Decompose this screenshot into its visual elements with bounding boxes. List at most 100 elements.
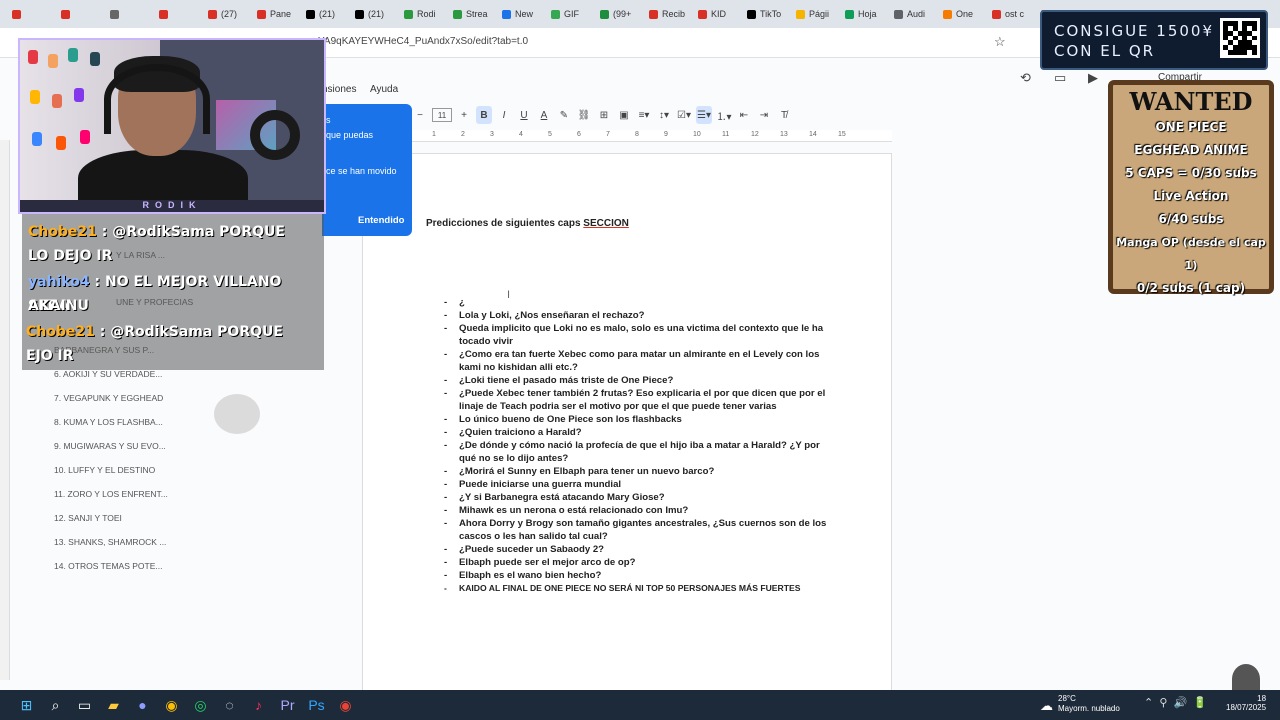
list-item[interactable]: KAIDO AL FINAL DE ONE PIECE NO SERÁ NI T… bbox=[444, 582, 834, 595]
list-item[interactable]: Elbaph es el wano bien hecho? bbox=[444, 569, 834, 582]
bulleted-list-icon[interactable]: ☰▾ bbox=[696, 106, 712, 124]
increase-indent-icon[interactable]: ⇥ bbox=[756, 106, 772, 124]
list-item[interactable]: Mihawk es un nerona o está relacionado c… bbox=[444, 504, 834, 517]
browser-tab[interactable]: Strea bbox=[447, 3, 496, 25]
browser-tab[interactable]: (21) bbox=[300, 3, 349, 25]
tab-label: Págii bbox=[809, 9, 830, 19]
list-item[interactable]: Lola y Loki, ¿Nos enseñaran el rechazo? bbox=[444, 309, 834, 322]
horizontal-ruler[interactable]: 1 2 3 4 5 6 7 8 9 10 11 12 13 14 15 bbox=[412, 130, 892, 142]
list-item[interactable]: Ahora Dorry y Brogy son tamaño gigantes … bbox=[444, 517, 834, 543]
browser-tab[interactable] bbox=[6, 3, 55, 25]
browser-tab[interactable]: Pane bbox=[251, 3, 300, 25]
list-item[interactable]: ¿Puede suceder un Sabaody 2? bbox=[444, 543, 834, 556]
browser-tab[interactable]: KID bbox=[692, 3, 741, 25]
whatsapp-icon[interactable]: ◎ bbox=[186, 690, 215, 720]
tab-favicon-icon bbox=[894, 9, 903, 19]
browser-tab[interactable] bbox=[104, 3, 153, 25]
outline-item[interactable]: 9. MUGIWARAS Y SU EVO... bbox=[54, 441, 166, 451]
outline-item[interactable]: 14. OTROS TEMAS POTE... bbox=[54, 561, 162, 571]
photoshop-icon[interactable]: Ps bbox=[302, 690, 331, 720]
list-item[interactable]: ¿Y si Barbanegra está atacando Mary Gios… bbox=[444, 491, 834, 504]
list-item[interactable]: ¿Quien traiciono a Harald? bbox=[444, 426, 834, 439]
tab-favicon-icon bbox=[355, 9, 364, 19]
browser-tab[interactable]: TikTo bbox=[741, 3, 790, 25]
comments-icon[interactable]: ▭ bbox=[1054, 70, 1066, 86]
windows-start-icon[interactable]: ⊞ bbox=[12, 690, 41, 720]
outline-item[interactable]: 13. SHANKS, SHAMROCK ... bbox=[54, 537, 166, 547]
outline-item[interactable]: 8. KUMA Y LOS FLASHBA... bbox=[54, 417, 163, 427]
link-icon[interactable]: ⛓ bbox=[576, 106, 592, 124]
list-item[interactable]: Lo único bueno de One Piece son los flas… bbox=[444, 413, 834, 426]
outline-item[interactable]: 6. AOKIJI Y SU VERDADE... bbox=[54, 369, 162, 379]
tab-favicon-icon bbox=[698, 9, 707, 19]
outline-item[interactable]: 12. SANJI Y TOEI bbox=[54, 513, 122, 523]
browser-tab[interactable]: ost c bbox=[986, 3, 1035, 25]
url-text[interactable]: YA9qKAYEYWHeC4_PuAndx7xSo/edit?tab=t.0 bbox=[318, 36, 528, 47]
tab-label: ost c bbox=[1005, 9, 1025, 19]
align-icon[interactable]: ≡▾ bbox=[636, 106, 652, 124]
browser-tab[interactable]: New bbox=[496, 3, 545, 25]
clear-formatting-icon[interactable]: T̸ bbox=[776, 106, 792, 124]
browser-tab[interactable]: (21) bbox=[349, 3, 398, 25]
menu-help[interactable]: Ayuda bbox=[370, 84, 398, 95]
browser-tab[interactable] bbox=[153, 3, 202, 25]
search-icon[interactable]: ⌕ bbox=[41, 690, 70, 720]
browser-tab[interactable]: GIF bbox=[545, 3, 594, 25]
document-heading[interactable]: Predicciones de siguientes caps SECCION bbox=[426, 218, 629, 229]
underline-button[interactable]: U bbox=[516, 106, 532, 124]
meet-icon[interactable]: ▶ bbox=[1088, 70, 1098, 86]
prediction-list[interactable]: ¿Lola y Loki, ¿Nos enseñaran el rechazo?… bbox=[444, 296, 834, 595]
outline-item[interactable]: 10. LUFFY Y EL DESTINO bbox=[54, 465, 155, 475]
browser-tab[interactable]: Audi bbox=[888, 3, 937, 25]
clock[interactable]: 18 18/07/2025 bbox=[1226, 694, 1266, 712]
chrome-alt-icon[interactable]: ◉ bbox=[331, 690, 360, 720]
outline-item[interactable]: 7. VEGAPUNK Y EGGHEAD bbox=[54, 393, 163, 403]
list-item[interactable]: ¿Puede Xebec tener también 2 frutas? Eso… bbox=[444, 387, 834, 413]
checklist-icon[interactable]: ☑▾ bbox=[676, 106, 692, 124]
list-item[interactable]: ¿Loki tiene el pasado más triste de One … bbox=[444, 374, 834, 387]
numbered-list-icon[interactable]: ⒈▾ bbox=[716, 106, 732, 124]
discord-icon[interactable]: ● bbox=[128, 690, 157, 720]
decrease-font-size-button[interactable]: − bbox=[412, 106, 428, 124]
highlight-icon[interactable]: ✎ bbox=[556, 106, 572, 124]
weather-temp: 28°C bbox=[1058, 694, 1076, 703]
browser-tab[interactable]: One bbox=[937, 3, 986, 25]
bookmark-star-icon[interactable]: ☆ bbox=[994, 34, 1006, 50]
outline-item[interactable]: 11. ZORO Y LOS ENFRENT... bbox=[54, 489, 168, 499]
tab-label: (21) bbox=[319, 9, 336, 19]
list-item[interactable]: Elbaph puede ser el mejor arco de op? bbox=[444, 556, 834, 569]
chrome-icon[interactable]: ◉ bbox=[157, 690, 186, 720]
browser-tab[interactable]: (99+ bbox=[594, 3, 643, 25]
comment-icon[interactable]: ⊞ bbox=[596, 106, 612, 124]
premiere-icon[interactable]: Pr bbox=[273, 690, 302, 720]
decrease-indent-icon[interactable]: ⇤ bbox=[736, 106, 752, 124]
browser-tab[interactable]: Recib bbox=[643, 3, 692, 25]
browser-tab[interactable]: Hoja bbox=[839, 3, 888, 25]
menu-extensions[interactable]: nsiones bbox=[322, 84, 356, 95]
browser-tab[interactable] bbox=[55, 3, 104, 25]
tiktok-icon[interactable]: ♪ bbox=[244, 690, 273, 720]
list-item[interactable]: ¿Como era tan fuerte Xebec como para mat… bbox=[444, 348, 834, 374]
font-size-input[interactable]: 11 bbox=[432, 108, 452, 122]
line-spacing-icon[interactable]: ↕▾ bbox=[656, 106, 672, 124]
list-item[interactable]: Puede iniciarse una guerra mundial bbox=[444, 478, 834, 491]
browser-tab[interactable]: Págii bbox=[790, 3, 839, 25]
tooltip-ok-button[interactable]: Entendido bbox=[358, 215, 404, 226]
file-explorer-icon[interactable]: ▰ bbox=[99, 690, 128, 720]
list-item[interactable]: ¿De dónde y cómo nació la profecía de qu… bbox=[444, 439, 834, 465]
tab-favicon-icon bbox=[747, 9, 756, 19]
browser-tab[interactable]: Rodi bbox=[398, 3, 447, 25]
bold-button[interactable]: B bbox=[476, 106, 492, 124]
image-icon[interactable]: ▣ bbox=[616, 106, 632, 124]
obs-icon[interactable]: ◌ bbox=[215, 690, 244, 720]
list-item[interactable]: Queda implicito que Loki no es malo, sol… bbox=[444, 322, 834, 348]
browser-tab[interactable]: (27) bbox=[202, 3, 251, 25]
task-view-icon[interactable]: ▭ bbox=[70, 690, 99, 720]
list-item[interactable]: ¿Morirá el Sunny en Elbaph para tener un… bbox=[444, 465, 834, 478]
text-color-icon[interactable]: A bbox=[536, 106, 552, 124]
increase-font-size-button[interactable]: + bbox=[456, 106, 472, 124]
italic-button[interactable]: I bbox=[496, 106, 512, 124]
list-item[interactable]: ¿ bbox=[444, 296, 834, 309]
system-tray[interactable]: ⌃ ⚲ 🔊 🔋 bbox=[1144, 696, 1207, 709]
version-history-icon[interactable]: ⟲ bbox=[1020, 70, 1031, 86]
